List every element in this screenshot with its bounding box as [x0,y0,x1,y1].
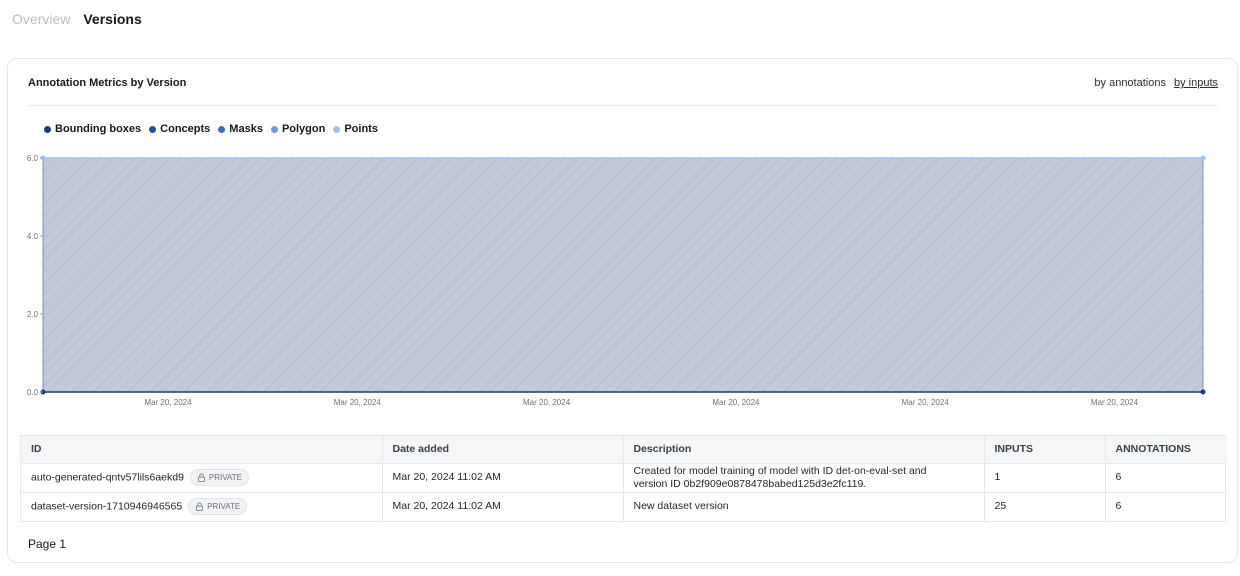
cell-description: New dataset version [623,492,985,521]
y-tick-label: 0.0 [27,388,39,397]
cell-inputs: 1 [984,463,1106,493]
version-id[interactable]: dataset-version-1710946946565 [31,501,182,513]
tab-versions[interactable]: Versions [83,11,141,27]
x-tick-label: Mar 20, 2024 [712,398,760,407]
badge-label: PRIVATE [207,502,241,512]
cell-id: auto-generated-qntv57lils6aekd9 PRIVATE [21,463,383,493]
metrics-card: Annotation Metrics by Version by annotat… [7,58,1238,563]
y-tick-label: 6.0 [27,154,39,163]
description-line: New dataset version [633,500,729,513]
y-tick-label: 2.0 [27,310,39,319]
versions-table: ID Date added Description INPUTS ANNOTAT… [20,435,1227,522]
pagination-label: Page 1 [28,537,67,551]
x-tick-label: Mar 20, 2024 [334,398,382,407]
x-tick-label: Mar 20, 2024 [144,398,192,407]
x-tick-label: Mar 20, 2024 [1091,398,1139,407]
area-hatch [43,158,1203,392]
description-line: Created for model training of model with… [633,464,927,477]
lock-icon [197,473,205,482]
cell-description: Created for model training of model with… [623,463,985,493]
cell-annotations: 6 [1105,463,1227,493]
table-row[interactable]: auto-generated-qntv57lils6aekd9 PRIVATE … [21,463,1227,493]
column-header-id[interactable]: ID [21,436,383,464]
data-point-bounding-boxes [1200,389,1206,395]
column-header-inputs[interactable]: INPUTS [984,436,1106,464]
column-header-description[interactable]: Description [623,436,985,464]
cell-date: Mar 20, 2024 11:02 AM [382,463,624,493]
data-point-points [1200,155,1206,161]
area-chart: 0.0 2.0 4.0 6.0 Mar 20, 2024 Mar 20, 2024 Mar … [27,154,1206,407]
description-line: version ID 0b2f909e0878478babed125d3e2fc… [633,477,867,490]
cell-inputs: 25 [984,492,1106,521]
y-tick-label: 4.0 [27,232,39,241]
x-tick-label: Mar 20, 2024 [902,398,950,407]
column-header-date-added[interactable]: Date added [382,436,624,464]
cell-annotations: 6 [1115,500,1122,513]
lock-icon [196,502,204,512]
version-id[interactable]: auto-generated-qntv57lils6aekd9 [31,471,184,483]
tab-bar: Overview Versions [12,11,142,27]
private-badge: PRIVATE [189,469,249,486]
x-tick-label: Mar 20, 2024 [523,398,571,407]
badge-label: PRIVATE [208,473,242,482]
table-header-row: ID Date added Description INPUTS ANNOTAT… [21,436,1227,464]
cell-date: Mar 20, 2024 11:02 AM [382,492,624,521]
tab-overview[interactable]: Overview [12,11,70,27]
column-header-annotations[interactable]: ANNOTATIONS [1105,436,1227,464]
table-row[interactable]: dataset-version-1710946946565 PRIVATE Ma… [21,492,1227,521]
cell-id: dataset-version-1710946946565 PRIVATE [21,492,383,521]
private-badge: PRIVATE [188,498,248,516]
